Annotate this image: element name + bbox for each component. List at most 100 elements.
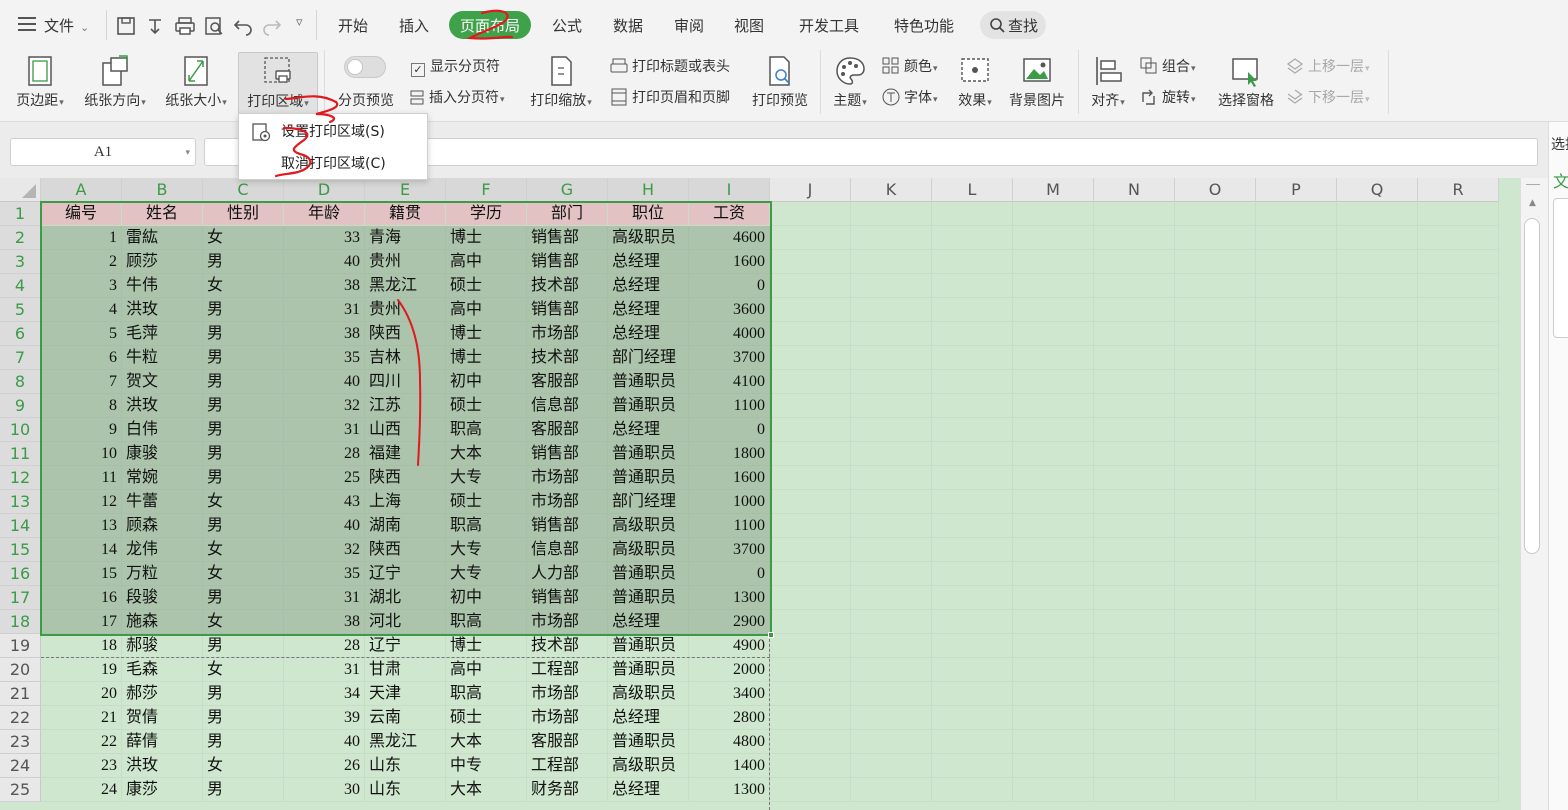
paper-size-button[interactable]: 纸张大小▾ [158,50,234,116]
empty-cell[interactable] [851,322,932,346]
table-cell[interactable]: 男 [203,250,284,274]
row-header[interactable]: 9 [0,394,41,418]
table-cell[interactable]: 38 [284,274,365,298]
table-cell[interactable]: 1400 [689,754,770,778]
table-cell[interactable]: 4000 [689,322,770,346]
table-cell[interactable]: 万粒 [122,562,203,586]
empty-cell[interactable] [770,730,851,754]
empty-cell[interactable] [851,370,932,394]
table-cell[interactable]: 高中 [446,658,527,682]
empty-cell[interactable] [1256,778,1337,802]
empty-cell[interactable] [770,514,851,538]
bring-forward-button[interactable]: 上移一层▾ [1286,56,1370,76]
empty-cell[interactable] [1175,202,1256,226]
table-cell[interactable]: 高级职员 [608,754,689,778]
table-cell[interactable]: 总经理 [608,322,689,346]
empty-cell[interactable] [1094,490,1175,514]
table-cell[interactable]: 7 [41,370,122,394]
empty-cell[interactable] [1337,274,1418,298]
table-cell[interactable]: 32 [284,538,365,562]
table-cell[interactable]: 普通职员 [608,562,689,586]
empty-cell[interactable] [1175,442,1256,466]
table-cell[interactable]: 40 [284,370,365,394]
empty-cell[interactable] [1175,514,1256,538]
table-cell[interactable]: 辽宁 [365,634,446,658]
empty-cell[interactable] [932,442,1013,466]
empty-cell[interactable] [1013,346,1094,370]
table-cell[interactable]: 总经理 [608,274,689,298]
empty-cell[interactable] [1013,538,1094,562]
empty-cell[interactable] [1094,226,1175,250]
table-cell[interactable]: 男 [203,346,284,370]
row-header[interactable]: 24 [0,754,41,778]
empty-cell[interactable] [1175,226,1256,250]
table-cell[interactable]: 40 [284,730,365,754]
empty-cell[interactable] [932,250,1013,274]
column-header[interactable]: O [1175,178,1256,202]
empty-cell[interactable] [851,754,932,778]
table-cell[interactable]: 工程部 [527,754,608,778]
empty-cell[interactable] [1175,682,1256,706]
table-cell[interactable]: 总经理 [608,250,689,274]
row-header[interactable]: 14 [0,514,41,538]
row-header[interactable]: 5 [0,298,41,322]
empty-cell[interactable] [1337,490,1418,514]
empty-cell[interactable] [1337,778,1418,802]
empty-cell[interactable] [1013,754,1094,778]
table-cell[interactable]: 20 [41,682,122,706]
column-header[interactable]: L [932,178,1013,202]
empty-cell[interactable] [1256,586,1337,610]
table-cell[interactable]: 男 [203,322,284,346]
table-cell[interactable]: 技术部 [527,634,608,658]
column-header[interactable]: I [689,178,770,202]
table-cell[interactable]: 3400 [689,682,770,706]
table-cell[interactable]: 销售部 [527,514,608,538]
table-cell[interactable]: 贵州 [365,250,446,274]
empty-cell[interactable] [1013,394,1094,418]
empty-cell[interactable] [1175,322,1256,346]
tab-review[interactable]: 审阅 [674,15,704,36]
empty-cell[interactable] [770,346,851,370]
table-cell[interactable]: 硕士 [446,490,527,514]
empty-cell[interactable] [1337,346,1418,370]
table-cell[interactable]: 青海 [365,226,446,250]
search-button[interactable]: 查找 [980,11,1046,39]
table-cell[interactable]: 洪玫 [122,754,203,778]
table-cell[interactable]: 客服部 [527,418,608,442]
empty-cell[interactable] [1337,394,1418,418]
table-cell[interactable]: 普通职员 [608,634,689,658]
table-cell[interactable]: 3700 [689,538,770,562]
empty-cell[interactable] [932,202,1013,226]
empty-cell[interactable] [1013,706,1094,730]
empty-cell[interactable] [770,682,851,706]
empty-cell[interactable] [1256,682,1337,706]
empty-cell[interactable] [1418,202,1499,226]
empty-cell[interactable] [1175,658,1256,682]
table-cell[interactable]: 43 [284,490,365,514]
empty-cell[interactable] [1418,418,1499,442]
empty-cell[interactable] [1013,730,1094,754]
save-icon[interactable] [116,16,136,36]
empty-cell[interactable] [1094,442,1175,466]
selection-pane-button[interactable]: 选择窗格 [1212,50,1280,116]
rotate-button[interactable]: 旋转▾ [1140,87,1196,107]
empty-cell[interactable] [1418,442,1499,466]
table-cell[interactable]: 0 [689,418,770,442]
column-header[interactable]: E [365,178,446,202]
header-cell[interactable]: 性别 [203,202,284,226]
row-header[interactable]: 18 [0,610,41,634]
empty-cell[interactable] [1175,394,1256,418]
table-cell[interactable]: 男 [203,706,284,730]
table-cell[interactable]: 市场部 [527,322,608,346]
table-cell[interactable]: 硕士 [446,394,527,418]
empty-cell[interactable] [932,658,1013,682]
table-cell[interactable]: 销售部 [527,250,608,274]
tab-developer[interactable]: 开发工具 [799,15,859,36]
table-cell[interactable]: 31 [284,658,365,682]
empty-cell[interactable] [932,730,1013,754]
empty-cell[interactable] [1337,658,1418,682]
table-cell[interactable]: 山东 [365,754,446,778]
table-cell[interactable]: 销售部 [527,586,608,610]
table-cell[interactable]: 毛萍 [122,322,203,346]
empty-cell[interactable] [1094,658,1175,682]
